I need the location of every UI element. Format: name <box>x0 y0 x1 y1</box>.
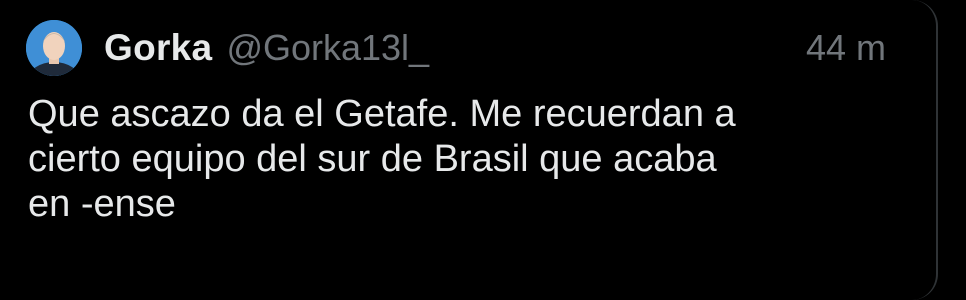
tweet-text: Que ascazo da el Getafe. Me recuerdan a … <box>28 92 908 227</box>
profile-photo-icon <box>26 20 82 76</box>
author-handle[interactable]: @Gorka13l_ <box>226 27 429 69</box>
tweet-timestamp[interactable]: 44 m <box>806 27 886 69</box>
tweet-text-line: cierto equipo del sur de Brasil que acab… <box>28 138 717 180</box>
tweet-card[interactable]: Gorka @Gorka13l_ 44 m Que ascazo da el G… <box>0 0 938 300</box>
avatar[interactable] <box>26 20 82 76</box>
tweet-text-line: en -ense <box>28 183 176 225</box>
tweet-header: Gorka @Gorka13l_ 44 m <box>104 24 886 72</box>
author-name[interactable]: Gorka <box>104 27 212 69</box>
tweet-text-line: Que ascazo da el Getafe. Me recuerdan a <box>28 93 736 135</box>
